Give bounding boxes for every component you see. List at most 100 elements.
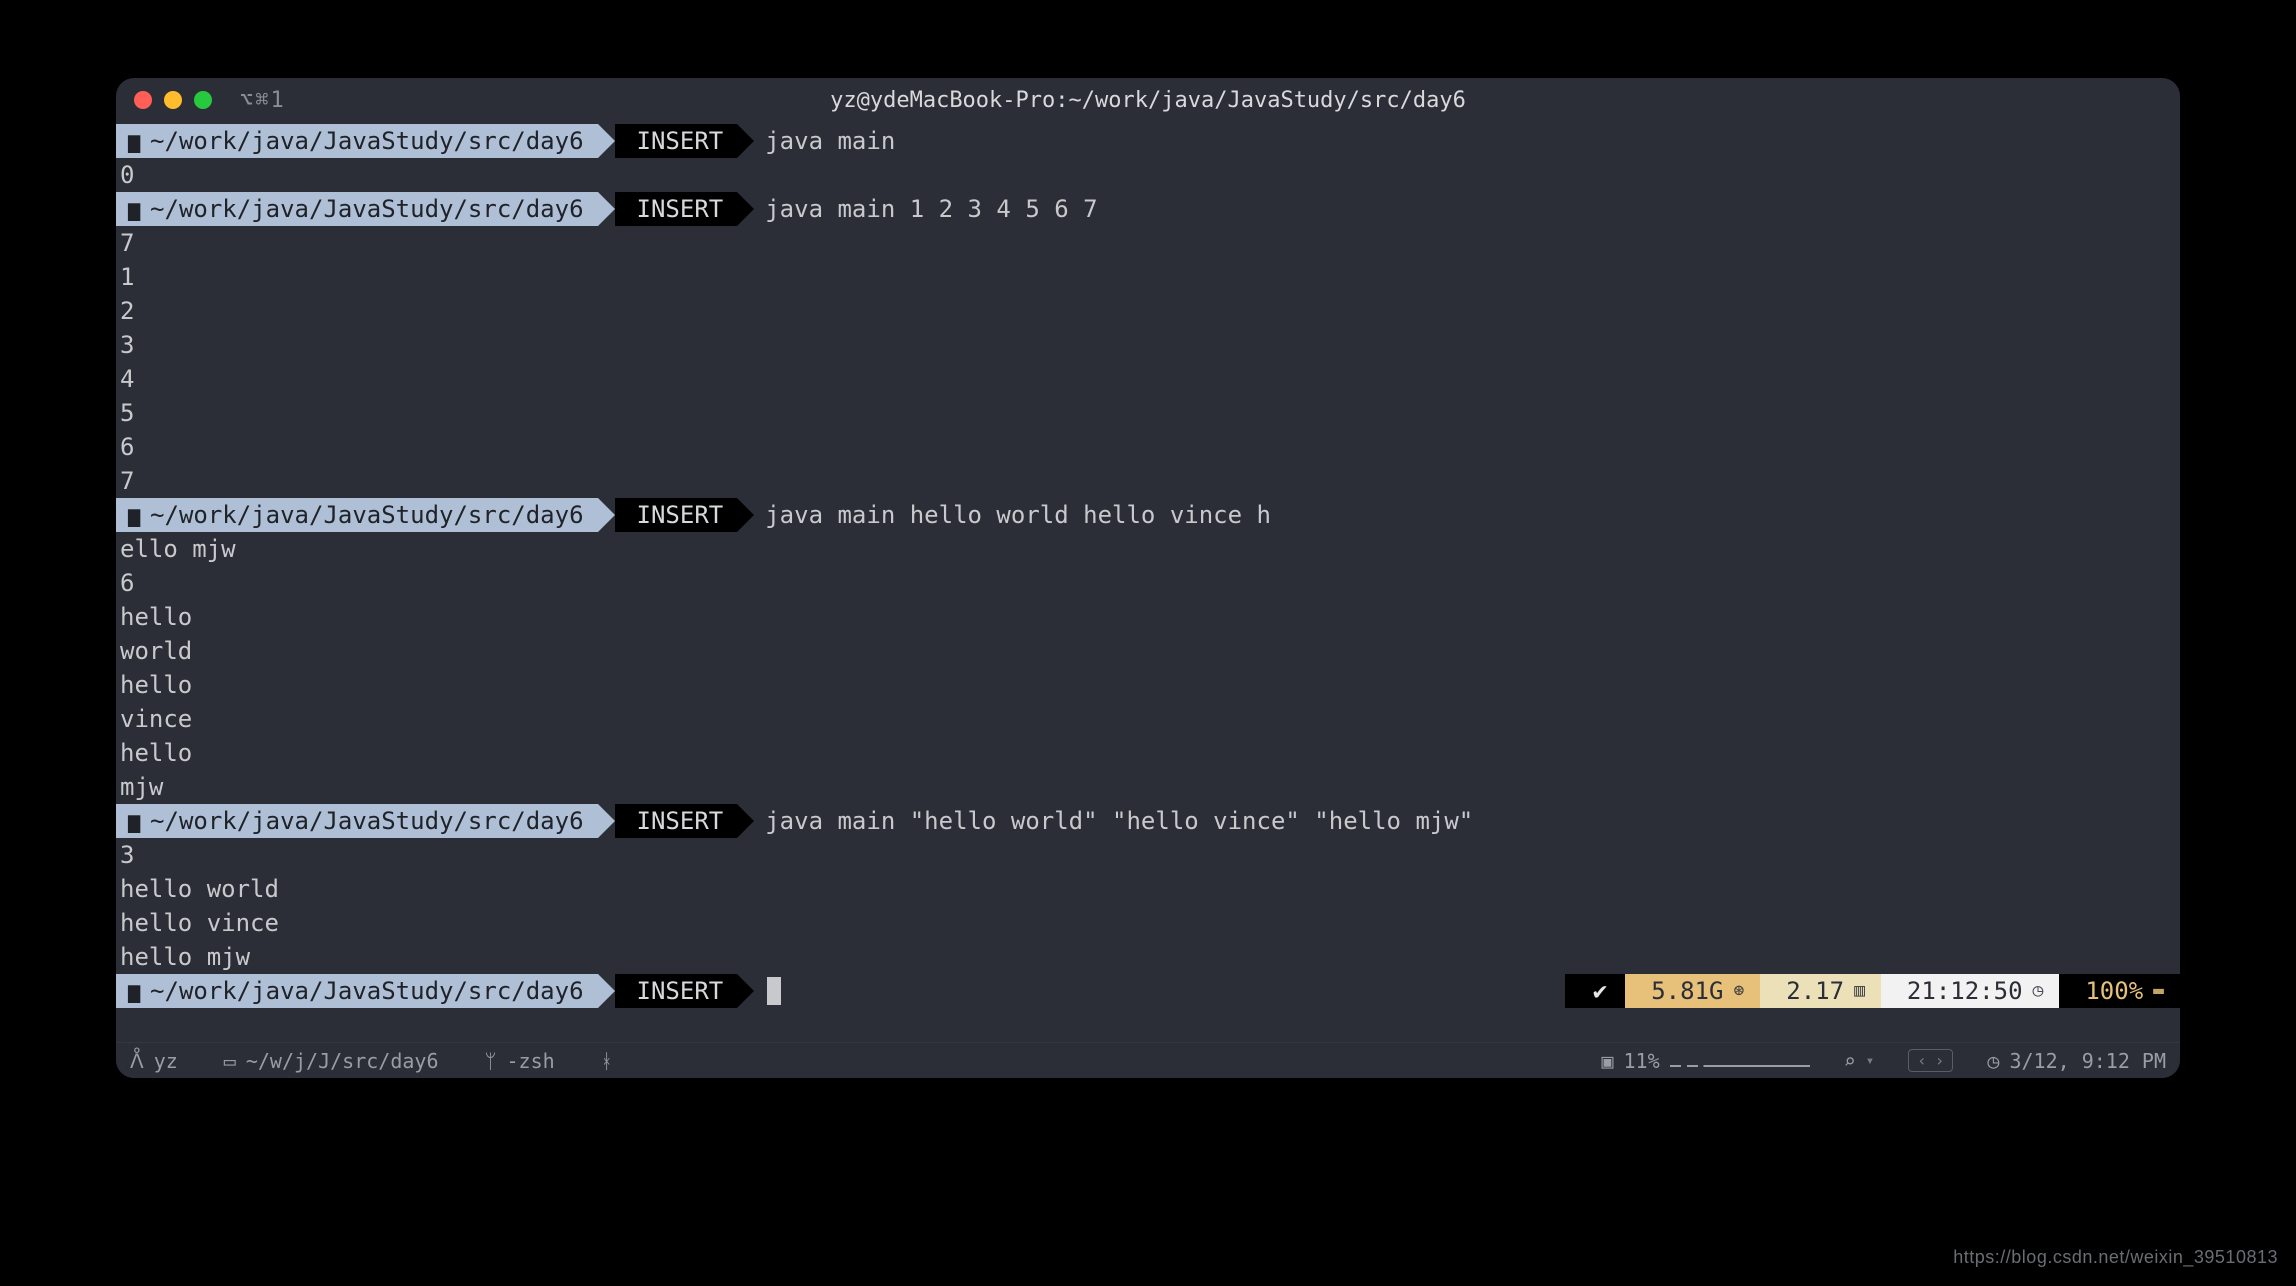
chevron-down-icon: ▾ <box>1866 1053 1874 1069</box>
branch-icon: ᛘ <box>484 1049 496 1073</box>
command-text: java main 1 2 3 4 5 6 7 <box>765 192 1097 226</box>
status-folder: ▭ ~/w/j/J/src/day6 <box>224 1049 439 1073</box>
status-shell: ᛘ -zsh <box>484 1049 554 1073</box>
prompt-path: ~/work/java/JavaStudy/src/day6 <box>150 804 583 838</box>
prompt-path-segment: ▆ ~/work/java/JavaStudy/src/day6 <box>116 124 598 158</box>
output-line: 1 <box>116 260 2180 294</box>
battery-icon: ▬ <box>2153 974 2164 1008</box>
cpu-value: 11% <box>1624 1049 1660 1073</box>
memory-icon: ⊛ <box>1733 974 1744 1008</box>
prompt-line: ▆ ~/work/java/JavaStudy/src/day6 INSERT … <box>116 498 2180 532</box>
output-line: 0 <box>116 158 2180 192</box>
clock-icon: ◷ <box>2033 974 2044 1008</box>
load-icon: ▥ <box>1854 974 1865 1008</box>
watermark: https://blog.csdn.net/weixin_39510813 <box>1953 1247 2278 1268</box>
output-line: hello <box>116 600 2180 634</box>
status-git: ᚼ <box>601 1049 613 1073</box>
output-line: mjw <box>116 770 2180 804</box>
folder-icon: ▭ <box>224 1049 236 1073</box>
prompt-path: ~/work/java/JavaStudy/src/day6 <box>150 124 583 158</box>
prompt-path-segment: ▆ ~/work/java/JavaStudy/src/day6 <box>116 804 598 838</box>
prompt-path: ~/work/java/JavaStudy/src/day6 <box>150 192 583 226</box>
battery-value: 100% <box>2085 974 2143 1008</box>
command-input[interactable] <box>765 974 781 1008</box>
output-line: hello vince <box>116 906 2180 940</box>
command-text: java main hello world hello vince h <box>765 498 1271 532</box>
check-icon: ✔ <box>1593 974 1607 1008</box>
output-line: vince <box>116 702 2180 736</box>
output-line: 3 <box>116 838 2180 872</box>
output-line: 7 <box>116 226 2180 260</box>
close-icon[interactable] <box>134 91 152 109</box>
output-line: ello mjw <box>116 532 2180 566</box>
prompt-path-segment: ▆ ~/work/java/JavaStudy/src/day6 <box>116 498 598 532</box>
status-memory-segment: 5.81G ⊛ <box>1625 974 1760 1008</box>
command-text: java main "hello world" "hello vince" "h… <box>765 804 1473 838</box>
prompt-path-segment: ▆ ~/work/java/JavaStudy/src/day6 <box>116 192 598 226</box>
output-line: world <box>116 634 2180 668</box>
output-line: 6 <box>116 430 2180 464</box>
clock-icon: ◷ <box>1987 1049 1999 1073</box>
prompt-mode: INSERT <box>637 498 724 532</box>
status-clock: ◷ 3/12, 9:12 PM <box>1987 1049 2166 1073</box>
output-line: 6 <box>116 566 2180 600</box>
output-line: 7 <box>116 464 2180 498</box>
prompt-mode: INSERT <box>637 192 724 226</box>
prompt-mode: INSERT <box>637 124 724 158</box>
traffic-lights <box>134 91 212 109</box>
output-line: 3 <box>116 328 2180 362</box>
output-line: 5 <box>116 396 2180 430</box>
folder-icon: ▆ <box>128 974 140 1008</box>
window-title: yz@ydeMacBook-Pro:~/work/java/JavaStudy/… <box>116 88 2180 113</box>
prompt-mode: INSERT <box>637 974 724 1008</box>
status-search[interactable]: ⌕ ▾ <box>1844 1049 1874 1073</box>
pager-prev-icon[interactable]: ‹ <box>1913 1051 1931 1070</box>
titlebar: ⌥⌘1 yz@ydeMacBook-Pro:~/work/java/JavaSt… <box>116 78 2180 122</box>
search-icon: ⌕ <box>1844 1049 1856 1073</box>
cursor-icon <box>767 977 781 1005</box>
user-icon: ᐰ <box>130 1049 144 1073</box>
status-ok-segment: ✔ <box>1565 974 1625 1008</box>
output-line: hello mjw <box>116 940 2180 974</box>
memory-value: 5.81G <box>1651 974 1723 1008</box>
prompt-path: ~/work/java/JavaStudy/src/day6 <box>150 498 583 532</box>
minimize-icon[interactable] <box>164 91 182 109</box>
folder-icon: ▆ <box>128 124 140 158</box>
prompt-mode-segment: INSERT <box>615 124 738 158</box>
prompt-line: ▆ ~/work/java/JavaStudy/src/day6 INSERT … <box>116 804 2180 838</box>
status-pager[interactable]: ‹ › <box>1908 1049 1953 1072</box>
prompt-mode-segment: INSERT <box>615 974 738 1008</box>
statusbar: ᐰ yz ▭ ~/w/j/J/src/day6 ᛘ -zsh ᚼ ▣ 11% ⌕… <box>116 1042 2180 1078</box>
pager-next-icon[interactable]: › <box>1931 1051 1949 1070</box>
load-value: 2.17 <box>1786 974 1844 1008</box>
command-text: java main <box>765 124 895 158</box>
prompt-mode-segment: INSERT <box>615 804 738 838</box>
output-line: hello world <box>116 872 2180 906</box>
prompt-mode-segment: INSERT <box>615 498 738 532</box>
tab-indicator: ⌥⌘1 <box>240 88 286 113</box>
prompt-line-active[interactable]: ▆ ~/work/java/JavaStudy/src/day6 INSERT … <box>116 974 2180 1008</box>
prompt-path: ~/work/java/JavaStudy/src/day6 <box>150 974 583 1008</box>
output-line: 2 <box>116 294 2180 328</box>
output-line: hello <box>116 668 2180 702</box>
clock-value: 3/12, 9:12 PM <box>2009 1049 2166 1073</box>
user-name: yz <box>154 1049 178 1073</box>
status-time-segment: 21:12:50 ◷ <box>1881 974 2059 1008</box>
prompt-line: ▆ ~/work/java/JavaStudy/src/day6 INSERT … <box>116 124 2180 158</box>
time-value: 21:12:50 <box>1907 974 2023 1008</box>
zoom-icon[interactable] <box>194 91 212 109</box>
folder-path: ~/w/j/J/src/day6 <box>246 1049 439 1073</box>
folder-icon: ▆ <box>128 804 140 838</box>
status-user: ᐰ yz <box>130 1049 178 1073</box>
terminal-body[interactable]: ▆ ~/work/java/JavaStudy/src/day6 INSERT … <box>116 122 2180 1042</box>
folder-icon: ▆ <box>128 498 140 532</box>
shell-name: -zsh <box>506 1049 554 1073</box>
folder-icon: ▆ <box>128 192 140 226</box>
status-battery-segment: 100% ▬ <box>2059 974 2180 1008</box>
prompt-mode: INSERT <box>637 804 724 838</box>
prompt-mode-segment: INSERT <box>615 192 738 226</box>
status-cpu: ▣ 11% <box>1601 1049 1809 1073</box>
output-line: hello <box>116 736 2180 770</box>
status-load-segment: 2.17 ▥ <box>1760 974 1881 1008</box>
sparkline-icon <box>1670 1055 1810 1067</box>
